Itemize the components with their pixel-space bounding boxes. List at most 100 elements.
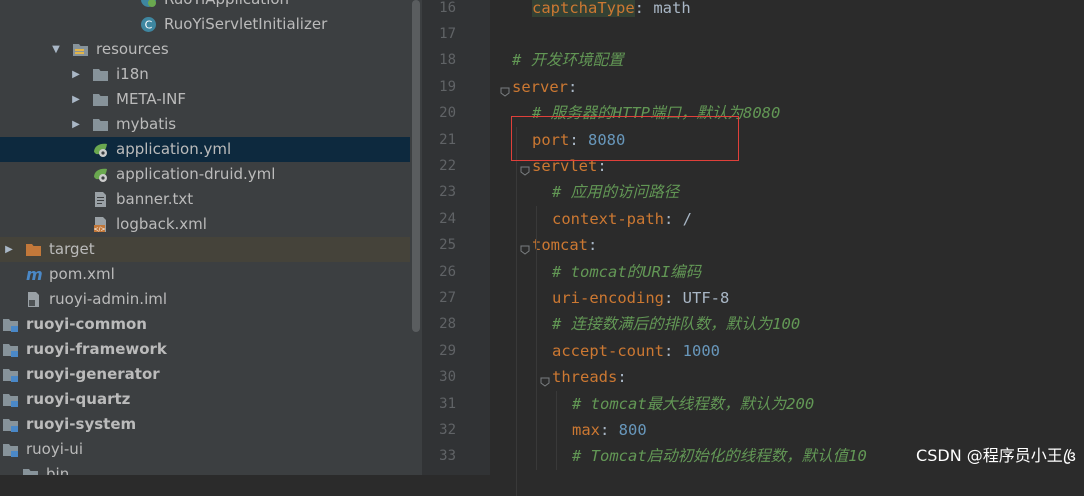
code-line[interactable]: uri-encoding: UTF-8 (552, 285, 729, 311)
module-folder-icon (2, 416, 19, 433)
indent-guide (536, 259, 537, 470)
module-folder-icon (2, 316, 19, 333)
tree-item-application-druid-yml[interactable]: application-druid.yml (0, 162, 410, 187)
indent-guide (556, 391, 557, 470)
scrollbar-thumb[interactable] (412, 0, 420, 332)
code-line[interactable]: captchaType: math (532, 0, 691, 21)
code-text: : (600, 421, 619, 439)
code-text: : (617, 368, 626, 386)
code-text: : (664, 210, 683, 228)
tree-item-label: RuoYiApplication (164, 0, 289, 12)
svg-text:C: C (145, 19, 153, 32)
code-number: 1000 (683, 342, 720, 360)
folder-icon (22, 466, 39, 475)
code-text: : (568, 78, 577, 96)
tree-item-ruoyi-common[interactable]: ruoyi-common (0, 312, 410, 337)
tree-item-mybatis[interactable]: ▶mybatis (0, 112, 410, 137)
code-line[interactable]: max: 800 (572, 417, 647, 443)
tree-item-ruoyi-generator[interactable]: ruoyi-generator (0, 362, 410, 387)
svg-text:m: m (26, 266, 42, 283)
tree-item-ruoyi-framework[interactable]: ruoyi-framework (0, 337, 410, 362)
module-folder-icon (2, 391, 19, 408)
tree-item-label: ruoyi-admin.iml (49, 287, 167, 312)
code-text: : (635, 0, 654, 17)
tree-item-application-yml[interactable]: application.yml (0, 137, 410, 162)
tree-item-label: ruoyi-framework (26, 337, 167, 362)
code-comment: # 开发环境配置 (512, 51, 624, 69)
line-number: 31 (422, 391, 456, 417)
code-text: : (664, 342, 683, 360)
line-number: 30 (422, 364, 456, 390)
tree-item-meta-inf[interactable]: ▶ META-INF (0, 87, 410, 112)
annotation-highlight-box (511, 116, 739, 161)
code-line[interactable]: # Tomcat启动初始化的线程数，默认值10 (572, 443, 867, 469)
folder-icon (92, 116, 109, 133)
line-number: 33 (422, 443, 456, 469)
code-key: context-path (552, 210, 664, 228)
code-line[interactable]: accept-count: 1000 (552, 338, 720, 364)
chevron-down-icon[interactable]: ▼ (50, 37, 62, 62)
code-line[interactable]: context-path: / (552, 206, 692, 232)
chevron-right-icon[interactable]: ▶ (3, 237, 15, 262)
project-tree-scrollbar[interactable] (410, 0, 422, 475)
code-text: : (588, 236, 597, 254)
tree-item-label: RuoYiServletInitializer (164, 12, 327, 37)
tree-item-label: banner.txt (116, 187, 193, 212)
code-key: server (512, 78, 568, 96)
code-line[interactable]: # 应用的访问路径 (552, 179, 679, 205)
folder-icon (92, 66, 109, 83)
line-number: 27 (422, 285, 456, 311)
code-line[interactable]: # 连接数满后的排队数，默认为100 (552, 311, 800, 337)
tree-item-ruoyiapplication[interactable]: RuoYiApplication (0, 0, 410, 12)
tree-item-banner-txt[interactable]: banner.txt (0, 187, 410, 212)
excluded-folder-icon (25, 241, 42, 258)
code-line[interactable]: # tomcat最大线程数，默认为200 (572, 391, 814, 417)
module-folder-icon (2, 341, 19, 358)
tree-item-resources[interactable]: ▼ resources (0, 37, 410, 62)
tree-item-label: ruoyi-quartz (26, 387, 130, 412)
tree-item-ruoyi-ui[interactable]: ruoyi-ui (0, 437, 410, 462)
code-key: accept-count (552, 342, 664, 360)
tree-item-label: ruoyi-system (26, 412, 136, 437)
chevron-right-icon[interactable]: ▶ (70, 112, 82, 137)
chevron-right-icon[interactable]: ▶ (70, 62, 82, 87)
code-editor[interactable]: captchaType: math# 开发环境配置server:# 服务器的HT… (490, 0, 1084, 475)
editor-gutter: 161718192021222324252627282930313233 (422, 0, 490, 475)
tree-item-ruoyi-system[interactable]: ruoyi-system (0, 412, 410, 437)
line-number: 22 (422, 153, 456, 179)
code-comment: # Tomcat启动初始化的线程数，默认值10 (572, 447, 867, 465)
tree-item-target[interactable]: ▶target (0, 237, 410, 262)
line-number: 16 (422, 0, 456, 21)
line-number: 25 (422, 232, 456, 258)
tree-item-label: META-INF (116, 87, 186, 112)
tree-item-ruoyiservletinitializer[interactable]: C RuoYiServletInitializer (0, 12, 410, 37)
code-text: / (683, 210, 692, 228)
code-line[interactable]: # 开发环境配置 (512, 47, 624, 73)
maven-icon: m (25, 266, 42, 283)
chevron-right-icon[interactable]: ▶ (70, 87, 82, 112)
project-tree-panel: RuoYiApplication C RuoYiServletInitializer… (0, 0, 410, 475)
iml-file-icon (25, 291, 42, 308)
tree-item-logback-xml[interactable]: </> logback.xml (0, 212, 410, 237)
code-comment: # 连接数满后的排队数，默认为100 (552, 315, 800, 333)
tree-item-label: logback.xml (116, 212, 207, 237)
spring-boot-class-icon (140, 0, 157, 8)
code-line[interactable]: threads: (552, 364, 627, 390)
svg-text:</>: </> (93, 226, 105, 233)
line-number: 28 (422, 311, 456, 337)
line-number: 18 (422, 47, 456, 73)
tree-item-label: resources (96, 37, 169, 62)
module-folder-icon (2, 366, 19, 383)
indent-guide (516, 127, 517, 496)
tree-item-label: application.yml (116, 137, 231, 162)
code-line[interactable]: tomcat: (532, 232, 597, 258)
spring-yaml-icon (92, 166, 109, 183)
tree-item-pom-xml[interactable]: mpom.xml (0, 262, 410, 287)
tree-item-bin[interactable]: bin (0, 462, 410, 475)
code-line[interactable]: server: (512, 74, 577, 100)
tree-item-ruoyi-admin-iml[interactable]: ruoyi-admin.iml (0, 287, 410, 312)
code-key: tomcat (532, 236, 588, 254)
tree-item-ruoyi-quartz[interactable]: ruoyi-quartz (0, 387, 410, 412)
code-line[interactable]: # tomcat的URI编码 (552, 259, 701, 285)
tree-item-i18n[interactable]: ▶i18n (0, 62, 410, 87)
